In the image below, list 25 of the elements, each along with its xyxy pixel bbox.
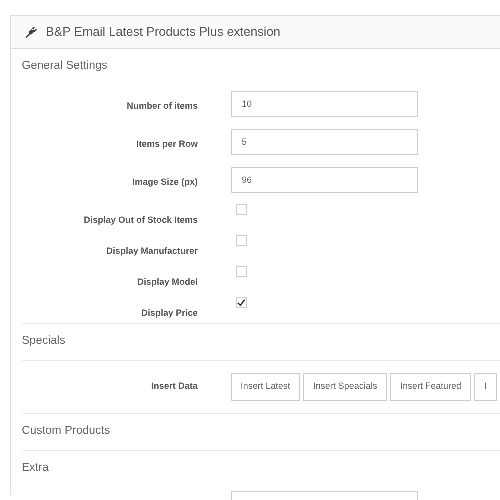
insert-button[interactable]: I [474,373,497,401]
checkbox[interactable] [236,235,247,246]
insert-button[interactable]: Insert Speacials [303,373,388,401]
input-field[interactable]: 10 [231,91,418,117]
plug-icon [25,26,38,38]
insert-button[interactable]: Insert Featured [390,373,472,401]
input-field[interactable]: 5 [231,129,418,155]
checkbox[interactable] [236,266,247,277]
field-label: Display Model [136,276,199,289]
checkbox[interactable] [236,204,247,215]
input-field[interactable]: 96 [231,167,418,193]
section-heading: General Settings [22,59,109,74]
panel-title: B&P Email Latest Products Plus extension [46,24,281,41]
checkbox[interactable] [236,297,247,308]
field-label: Image Size (px) [131,176,199,190]
field-label: Display Out of Stock Items [82,214,199,227]
field-label: Number of items [126,100,199,114]
section-heading: Custom Products [22,424,112,439]
insert-button[interactable]: Insert Latest [230,373,300,401]
field-label: Insert Data [150,380,199,394]
section-heading: Extra [22,461,50,476]
section-heading: Specials [22,334,66,349]
field-label: Display Manufacturer [105,244,199,258]
field-label: Items per Row [135,138,199,152]
field-label: Display Price [140,306,199,320]
